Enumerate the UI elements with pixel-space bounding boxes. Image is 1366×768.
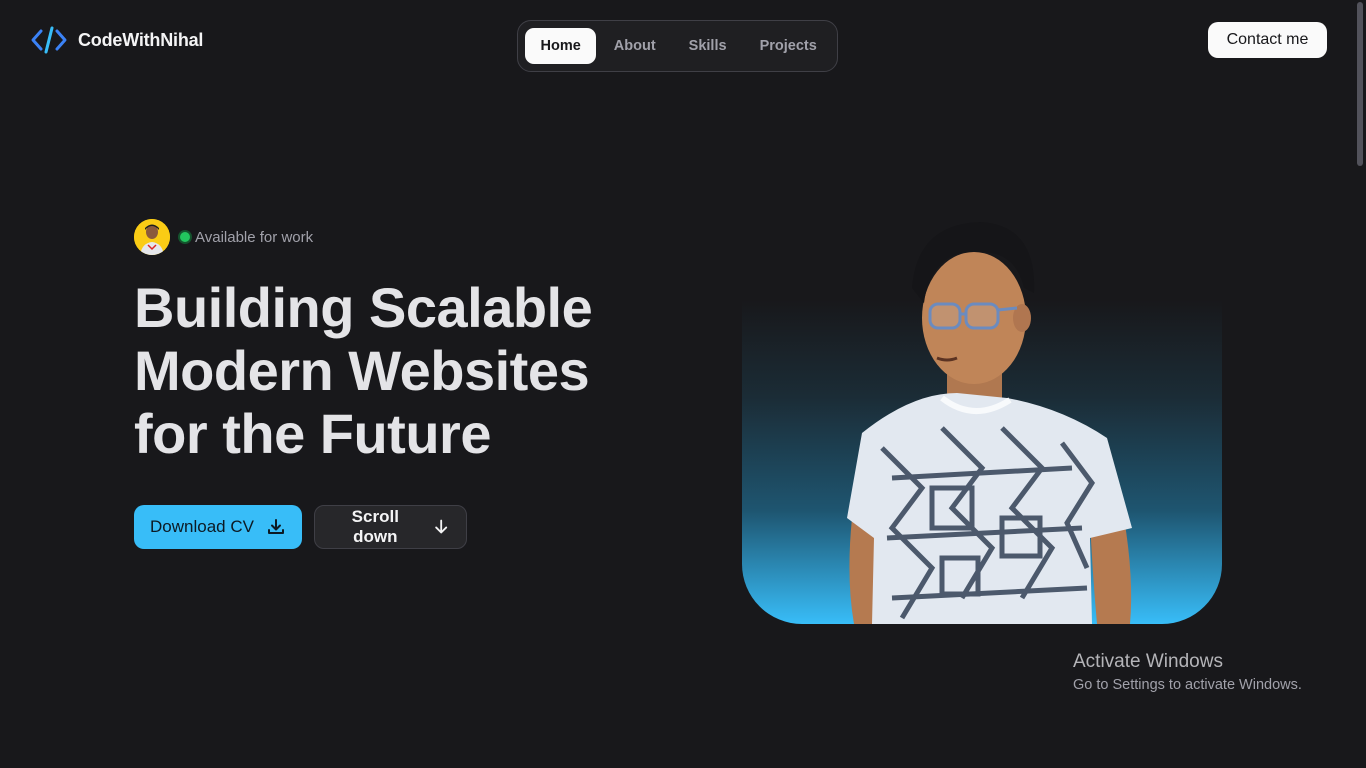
nav-item-skills[interactable]: Skills xyxy=(673,28,742,64)
scrollbar-thumb[interactable] xyxy=(1357,2,1363,166)
headline-line-1: Building Scalable xyxy=(134,276,593,339)
hero-headline: Building Scalable Modern Websites for th… xyxy=(134,276,694,465)
headline-line-3: for the Future xyxy=(134,402,491,465)
status-dot-icon xyxy=(180,232,190,242)
page-scrollbar[interactable] xyxy=(1354,0,1366,768)
arrow-down-icon xyxy=(434,519,447,534)
hero-buttons: Download CV Scroll down xyxy=(134,505,467,549)
code-brackets-icon xyxy=(31,26,67,54)
main-nav: Home About Skills Projects xyxy=(517,20,838,72)
watermark-subtitle: Go to Settings to activate Windows. xyxy=(1073,677,1302,693)
download-icon xyxy=(267,519,284,534)
status-row: Available for work xyxy=(134,219,313,255)
windows-activation-watermark: Activate Windows Go to Settings to activ… xyxy=(1073,651,1302,693)
logo-text: CodeWithNihal xyxy=(78,29,204,50)
nav-item-home[interactable]: Home xyxy=(525,28,597,64)
watermark-title: Activate Windows xyxy=(1073,651,1223,672)
status-badge: Available for work xyxy=(180,229,313,246)
contact-button[interactable]: Contact me xyxy=(1208,22,1327,58)
scroll-down-label: Scroll down xyxy=(351,507,399,546)
scroll-down-button[interactable]: Scroll down xyxy=(314,505,467,549)
headline-line-2: Modern Websites xyxy=(134,339,590,402)
download-cv-label: Download CV xyxy=(150,517,254,536)
portrait-image xyxy=(847,222,1132,624)
download-cv-button[interactable]: Download CV xyxy=(134,505,302,549)
nav-item-projects[interactable]: Projects xyxy=(744,28,832,64)
nav-item-about[interactable]: About xyxy=(598,28,671,64)
status-text: Available for work xyxy=(195,228,314,246)
site-logo[interactable]: CodeWithNihal xyxy=(30,24,203,56)
avatar xyxy=(134,219,170,255)
